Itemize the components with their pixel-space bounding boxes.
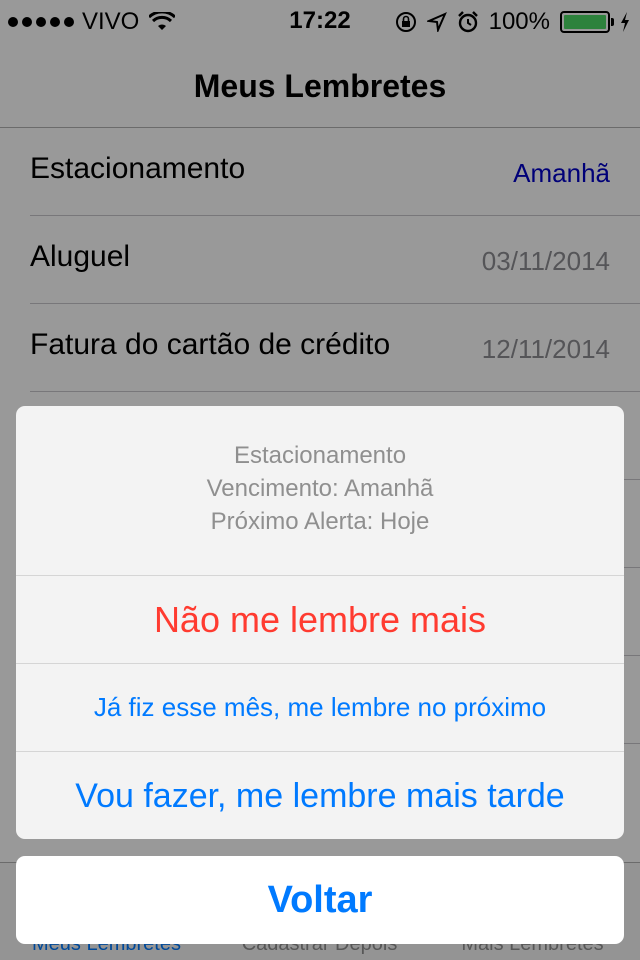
stop-reminding-button[interactable]: Não me lembre mais <box>16 576 624 664</box>
action-sheet: Estacionamento Vencimento: Amanhã Próxim… <box>16 406 624 839</box>
next-alert-text: Próximo Alerta: Hoje <box>210 508 430 535</box>
due-text: Vencimento: Amanhã <box>206 475 434 502</box>
back-button[interactable]: Voltar <box>16 856 624 944</box>
remind-later-button[interactable]: Vou fazer, me lembre mais tarde <box>16 752 624 839</box>
remind-next-month-button[interactable]: Já fiz esse mês, me lembre no próximo <box>16 664 624 752</box>
action-sheet-title: Estacionamento <box>233 442 407 469</box>
action-sheet-header: Estacionamento Vencimento: Amanhã Próxim… <box>16 406 624 576</box>
